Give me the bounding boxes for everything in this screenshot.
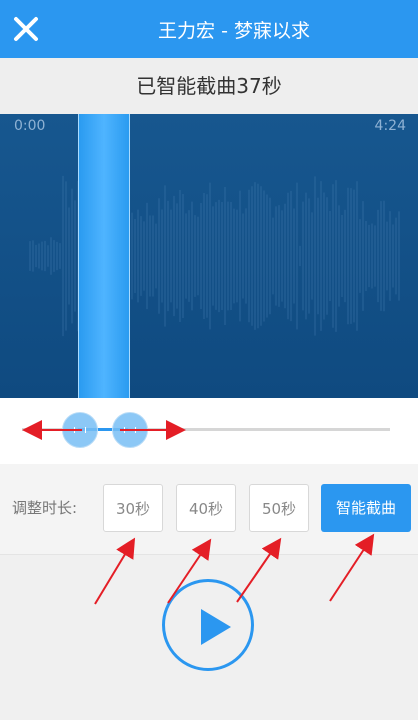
status-text: 已智能截曲37秒 <box>0 58 418 114</box>
waveform-graph <box>29 166 400 346</box>
start-time: 0:00 <box>14 118 46 134</box>
selection-region[interactable] <box>78 114 130 398</box>
title-bar: 王力宏 - 梦寐以求 <box>0 0 418 58</box>
duration-30-button[interactable]: 30秒 <box>103 484 163 532</box>
range-slider[interactable] <box>0 398 418 464</box>
play-icon <box>201 609 231 645</box>
slider-handle-end[interactable] <box>112 412 148 448</box>
page-title: 王力宏 - 梦寐以求 <box>158 20 310 42</box>
grip-icon <box>124 427 136 433</box>
duration-label: 调整时长: <box>12 499 78 517</box>
grip-icon <box>74 427 86 433</box>
duration-controls: 调整时长: 30秒 40秒 50秒 智能截曲 <box>0 464 418 555</box>
duration-50-button[interactable]: 50秒 <box>249 484 309 532</box>
close-icon[interactable] <box>10 13 42 45</box>
player-area <box>0 555 418 720</box>
end-time: 4:24 <box>374 118 406 134</box>
slider-handle-start[interactable] <box>62 412 98 448</box>
waveform-area[interactable]: 0:00 4:24 <box>0 114 418 398</box>
duration-40-button[interactable]: 40秒 <box>176 484 236 532</box>
play-button[interactable] <box>162 579 254 671</box>
close-icon-glyph <box>14 17 38 41</box>
smart-clip-button[interactable]: 智能截曲 <box>321 484 411 532</box>
